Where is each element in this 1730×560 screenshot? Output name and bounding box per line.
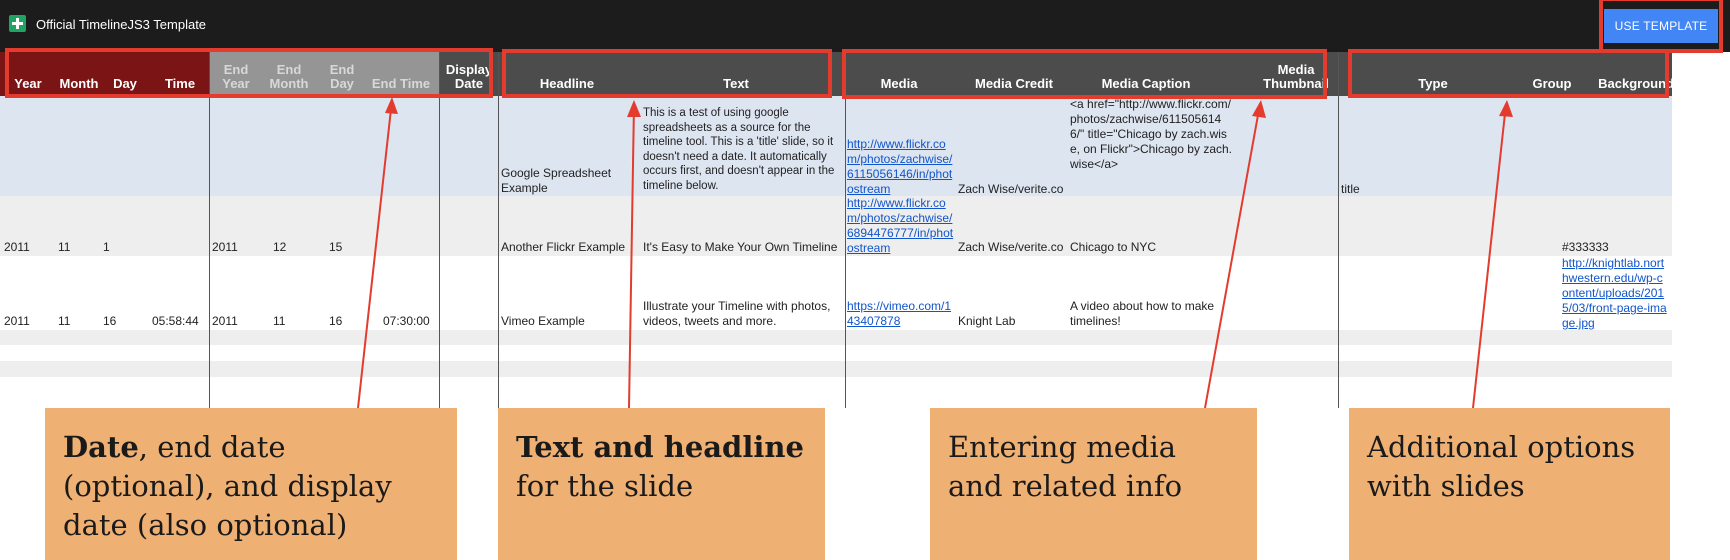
arrow-options (1472, 103, 1507, 409)
arrow-media (1204, 103, 1261, 409)
callout-date: Date, end date (optional), and display d… (45, 408, 457, 560)
callout-text-text: for the slide (516, 469, 694, 503)
arrow-text (628, 103, 635, 409)
arrowhead-media-icon (1252, 100, 1266, 118)
arrow-date (357, 99, 393, 409)
callout-text-headline: Text and headline for the slide (498, 408, 825, 560)
callout-text-bold: Text and headline (516, 430, 804, 464)
arrowhead-text-icon (627, 100, 641, 117)
callout-options-text: Additional options with slides (1367, 430, 1636, 503)
callout-media: Entering media and related info (930, 408, 1257, 560)
callout-date-bold: Date (63, 430, 139, 464)
callout-options: Additional options with slides (1349, 408, 1670, 560)
arrowhead-options-icon (1499, 100, 1513, 117)
callout-media-text: Entering media and related info (948, 430, 1183, 503)
arrowhead-date-icon (385, 97, 398, 114)
